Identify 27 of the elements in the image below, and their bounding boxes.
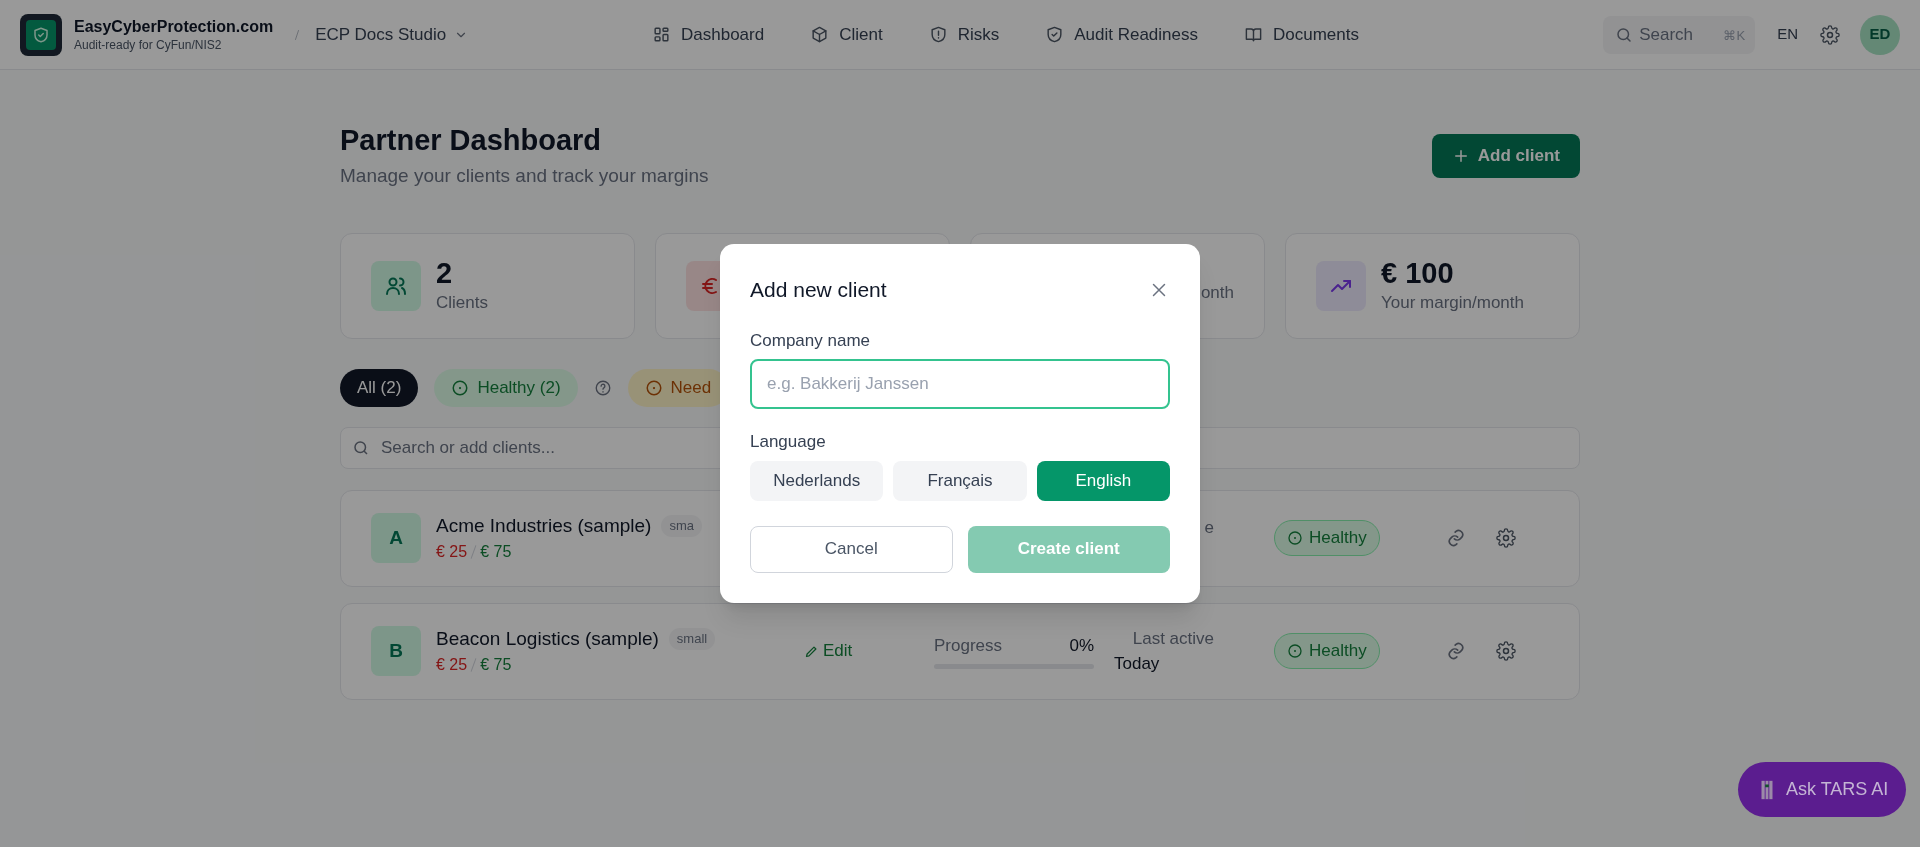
- page-subtitle: Manage your clients and track your margins: [340, 164, 709, 188]
- progress-label: Progress: [934, 634, 1003, 657]
- field-label: Company name: [750, 329, 871, 352]
- stat-label: Clients: [436, 291, 488, 314]
- size-tag: sma: [661, 515, 702, 537]
- brand-name: EasyCyberProtection.com: [74, 16, 274, 37]
- activity-label: e: [1204, 517, 1214, 540]
- progress-value: 0%: [1069, 634, 1094, 657]
- cost-amount: € 25: [436, 542, 468, 563]
- cost-amount: € 25: [436, 655, 468, 676]
- client-avatar: B: [371, 626, 421, 676]
- field-label: Language: [750, 431, 827, 453]
- stat-value: 2: [436, 255, 454, 290]
- status-badge: Healthy: [1274, 520, 1380, 556]
- status-badge: Healthy: [1274, 633, 1380, 669]
- stat-label: Your margin/month: [1381, 291, 1524, 314]
- activity-label: Last active: [1132, 627, 1214, 650]
- price-amount: € 75: [480, 655, 512, 676]
- dialog-title: Add new client: [750, 277, 887, 303]
- client-avatar: A: [371, 513, 421, 563]
- page-title: Partner Dashboard: [340, 123, 603, 158]
- stat-value: € 100: [1381, 255, 1455, 290]
- brand-tagline: Audit-ready for CyFun/NIS2: [74, 36, 223, 53]
- activity-value: Today: [1114, 653, 1161, 675]
- stat-label: onth: [1200, 281, 1234, 304]
- price-amount: € 75: [480, 542, 512, 563]
- size-tag: small: [668, 628, 716, 650]
